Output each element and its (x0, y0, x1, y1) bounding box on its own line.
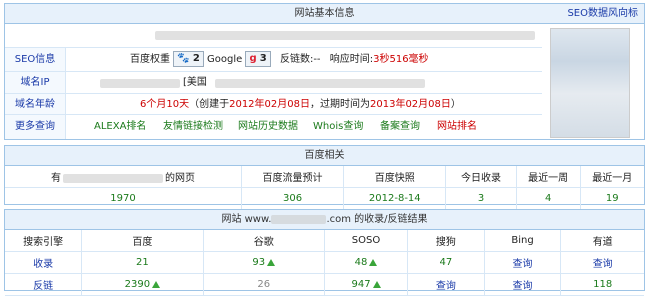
indexed-row: 收录 21 93 48 47 查询 查询 (5, 251, 644, 274)
google-label: Google (206, 54, 243, 65)
indexed-soso: 48 (354, 257, 368, 268)
baidu-traffic-header: 百度流量预计 (241, 166, 345, 188)
baidu-col-header: 百度 (81, 230, 204, 252)
index-header: 网站 www. .com 的收录/反链结果 (5, 210, 644, 230)
baidu-weight-badge[interactable]: 🐾 2 (173, 51, 204, 67)
alexa-rank-link[interactable]: ALEXA排名 (94, 115, 146, 139)
domain-ip-row: 域名IP [美国 (5, 72, 542, 94)
indexed-bing[interactable]: 查询 (484, 251, 562, 274)
up-arrow-icon (267, 258, 276, 266)
backlink-soso-cell[interactable]: 947 (324, 273, 409, 296)
blurred-ip (100, 79, 180, 88)
baidu-header-row: 有的网页 百度流量预计 百度快照 今日收录 最近一周 最近一月 (5, 166, 644, 188)
icp-record-link[interactable]: 备案查询 (380, 115, 420, 139)
youdao-col-header: 有道 (560, 230, 644, 252)
google-col-header: 谷歌 (203, 230, 325, 252)
seo-info-label: SEO信息 (5, 48, 66, 71)
created-date: 2012年02月08日 (229, 99, 310, 110)
backlink-label: 反链 (5, 273, 83, 296)
sogou-col-header: 搜狗 (407, 230, 485, 252)
google-pr-badge[interactable]: g 3 (245, 51, 271, 67)
site-info-panel: 网站基本信息 SEO数据风向标 SEO信息 百度权重 🐾 2 Google g … (4, 3, 645, 140)
up-arrow-icon (152, 280, 161, 288)
backlink-soso: 947 (351, 279, 371, 290)
google-g-icon: g (249, 53, 257, 64)
backlink-google[interactable]: 26 (203, 273, 325, 296)
domain-ip-label: 域名IP (5, 72, 66, 93)
domain-age-value: 6个月10天 (140, 99, 190, 110)
index-panel: 网站 www. .com 的收录/反链结果 搜索引擎 百度 谷歌 SOSO 搜狗 … (4, 209, 645, 296)
site-rank-link[interactable]: 网站排名 (437, 115, 477, 139)
backlink-baidu: 2390 (124, 279, 151, 290)
backlink-youdao[interactable]: 118 (560, 273, 644, 296)
last-month-value[interactable]: 19 (580, 187, 644, 210)
today-index-value[interactable]: 3 (445, 187, 517, 210)
indexed-sogou[interactable]: 47 (407, 251, 485, 274)
baidu-panel: 百度相关 有的网页 百度流量预计 百度快照 今日收录 最近一周 最近一月 197… (4, 145, 645, 210)
indexed-google-cell[interactable]: 93 (203, 251, 325, 274)
indexed-google: 93 (252, 257, 266, 268)
backlinks-label: 反链数: (279, 54, 314, 65)
today-index-header: 今日收录 (445, 166, 517, 188)
index-title-prefix: 网站 www. (221, 214, 272, 225)
baidu-weight-label: 百度权重 (130, 54, 170, 65)
more-queries-row: 更多查询 ALEXA排名 友情链接检测 网站历史数据 Whois查询 备案查询 … (5, 115, 542, 139)
index-header-row: 搜索引擎 百度 谷歌 SOSO 搜狗 Bing 有道 (5, 230, 644, 252)
site-info-title: 网站基本信息 (294, 8, 355, 19)
domain-age-label: 域名年龄 (5, 94, 66, 114)
site-info-header: 网站基本信息 SEO数据风向标 (5, 4, 644, 24)
seo-info-row: SEO信息 百度权重 🐾 2 Google g 3 反链数:-- 响应时间:3秒… (5, 48, 542, 72)
baidu-pages-header: 有的网页 (5, 166, 242, 188)
backlink-row: 反链 2390 26 947 查询 查询 118 (5, 273, 644, 296)
indexed-baidu[interactable]: 21 (81, 251, 204, 274)
last-month-header: 最近一月 (580, 166, 644, 188)
ip-location: [美国 (183, 77, 207, 88)
response-value: 3秒516毫秒 (373, 54, 429, 65)
up-arrow-icon (369, 258, 378, 266)
index-title-suffix: .com 的收录/反链结果 (326, 214, 428, 225)
last-week-header: 最近一周 (516, 166, 581, 188)
domain-age-row: 域名年龄 6个月10天（创建于2012年02月08日，过期时间为2013年02月… (5, 94, 542, 115)
baidu-weight-value: 2 (192, 53, 200, 64)
soso-col-header: SOSO (324, 230, 409, 252)
baidu-snapshot-header: 百度快照 (343, 166, 447, 188)
indexed-youdao[interactable]: 查询 (560, 251, 644, 274)
google-pr-value: 3 (259, 53, 267, 64)
site-description-row (5, 24, 542, 48)
index-table: 搜索引擎 百度 谷歌 SOSO 搜狗 Bing 有道 收录 21 93 48 4… (5, 230, 644, 296)
age-suffix: ） (450, 99, 461, 110)
baidu-paw-icon: 🐾 (177, 53, 190, 64)
seo-trend-link[interactable]: SEO数据风向标 (567, 4, 638, 23)
site-thumbnail[interactable] (550, 28, 630, 138)
last-week-value[interactable]: 4 (516, 187, 581, 210)
baidu-header: 百度相关 (5, 146, 644, 166)
expire-prefix: ，过期时间为 (310, 99, 370, 110)
expire-date: 2013年02月08日 (370, 99, 451, 110)
engine-header: 搜索引擎 (5, 230, 83, 252)
response-label: 响应时间: (329, 54, 374, 65)
baidu-snapshot-value[interactable]: 2012-8-14 (343, 187, 447, 210)
baidu-table: 有的网页 百度流量预计 百度快照 今日收录 最近一周 最近一月 1970 306… (5, 166, 644, 210)
backlink-sogou[interactable]: 查询 (407, 273, 485, 296)
backlink-bing[interactable]: 查询 (484, 273, 562, 296)
indexed-label: 收录 (5, 251, 83, 274)
baidu-value-row: 1970 306 2012-8-14 3 4 19 (5, 187, 644, 210)
blurred-description (155, 31, 535, 40)
indexed-soso-cell[interactable]: 48 (324, 251, 409, 274)
bing-col-header: Bing (484, 230, 562, 252)
whois-link[interactable]: Whois查询 (313, 115, 363, 139)
blurred-domain (271, 214, 327, 224)
friend-link-check-link[interactable]: 友情链接检测 (163, 115, 223, 139)
baidu-title: 百度相关 (304, 150, 345, 161)
history-data-link[interactable]: 网站历史数据 (238, 115, 298, 139)
backlinks-value: -- (313, 54, 321, 65)
created-prefix: （创建于 (189, 99, 230, 110)
blurred-ip-detail (215, 79, 425, 88)
up-arrow-icon (372, 280, 381, 288)
baidu-pages-value[interactable]: 1970 (5, 187, 242, 210)
baidu-traffic-value: 306 (241, 187, 345, 210)
more-queries-label: 更多查询 (5, 115, 66, 139)
backlink-baidu-cell[interactable]: 2390 (81, 273, 204, 296)
